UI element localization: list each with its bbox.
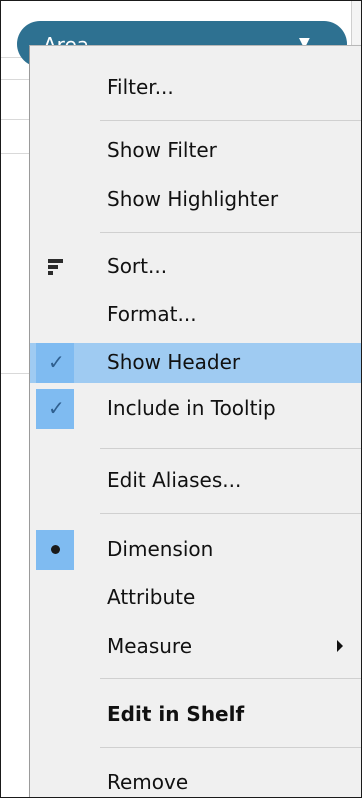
menu-separator (100, 747, 361, 748)
menu-item-label: Edit Aliases... (107, 468, 242, 492)
menu-item-label: Show Header (107, 350, 241, 374)
menu-item-edit-in-shelf[interactable]: Edit in Shelf (30, 695, 361, 735)
checkmark-icon: ✓ (48, 396, 65, 420)
menu-item-dimension[interactable]: Dimension (30, 530, 361, 570)
radio-bullet-icon (51, 545, 60, 554)
menu-item-include-in-tooltip[interactable]: ✓ Include in Tooltip (30, 389, 361, 429)
menu-item-sort[interactable]: Sort... (30, 247, 361, 287)
menu-item-edit-aliases[interactable]: Edit Aliases... (30, 461, 361, 501)
menu-item-label: Show Highlighter (107, 187, 279, 211)
menu-separator (100, 232, 361, 233)
menu-item-measure[interactable]: Measure (30, 627, 361, 667)
grid-line (1, 119, 31, 120)
grid-line (1, 373, 31, 374)
sort-icon (48, 259, 66, 275)
menu-item-label: Format... (107, 302, 197, 326)
grid-line (1, 153, 31, 154)
menu-item-label: Measure (107, 634, 192, 658)
checkmark-icon: ✓ (48, 350, 65, 374)
menu-item-show-filter[interactable]: Show Filter (30, 131, 361, 171)
grid-line (1, 79, 31, 80)
menu-item-label: Remove (107, 770, 189, 794)
menu-item-attribute[interactable]: Attribute (30, 578, 361, 618)
menu-item-show-header[interactable]: ✓ Show Header (30, 343, 361, 383)
context-menu: Filter... Show Filter Show Highlighter S… (29, 45, 361, 797)
menu-item-label: Include in Tooltip (107, 396, 276, 420)
menu-item-remove[interactable]: Remove (30, 763, 361, 797)
menu-item-filter[interactable]: Filter... (30, 68, 361, 108)
screenshot-frame: Area ▼ Filter... Show Filter Show Highli… (0, 0, 362, 798)
menu-item-label: Sort... (107, 254, 168, 278)
menu-separator (100, 448, 361, 449)
submenu-arrow-icon (337, 640, 343, 652)
menu-item-label: Attribute (107, 585, 196, 609)
menu-item-format[interactable]: Format... (30, 295, 361, 335)
menu-separator (100, 120, 361, 121)
menu-item-label: Edit in Shelf (107, 702, 245, 726)
menu-item-label: Show Filter (107, 138, 217, 162)
menu-separator (100, 513, 361, 514)
menu-separator (100, 678, 361, 679)
menu-item-label: Filter... (107, 75, 174, 99)
menu-item-show-highlighter[interactable]: Show Highlighter (30, 180, 361, 220)
menu-item-label: Dimension (107, 537, 214, 561)
